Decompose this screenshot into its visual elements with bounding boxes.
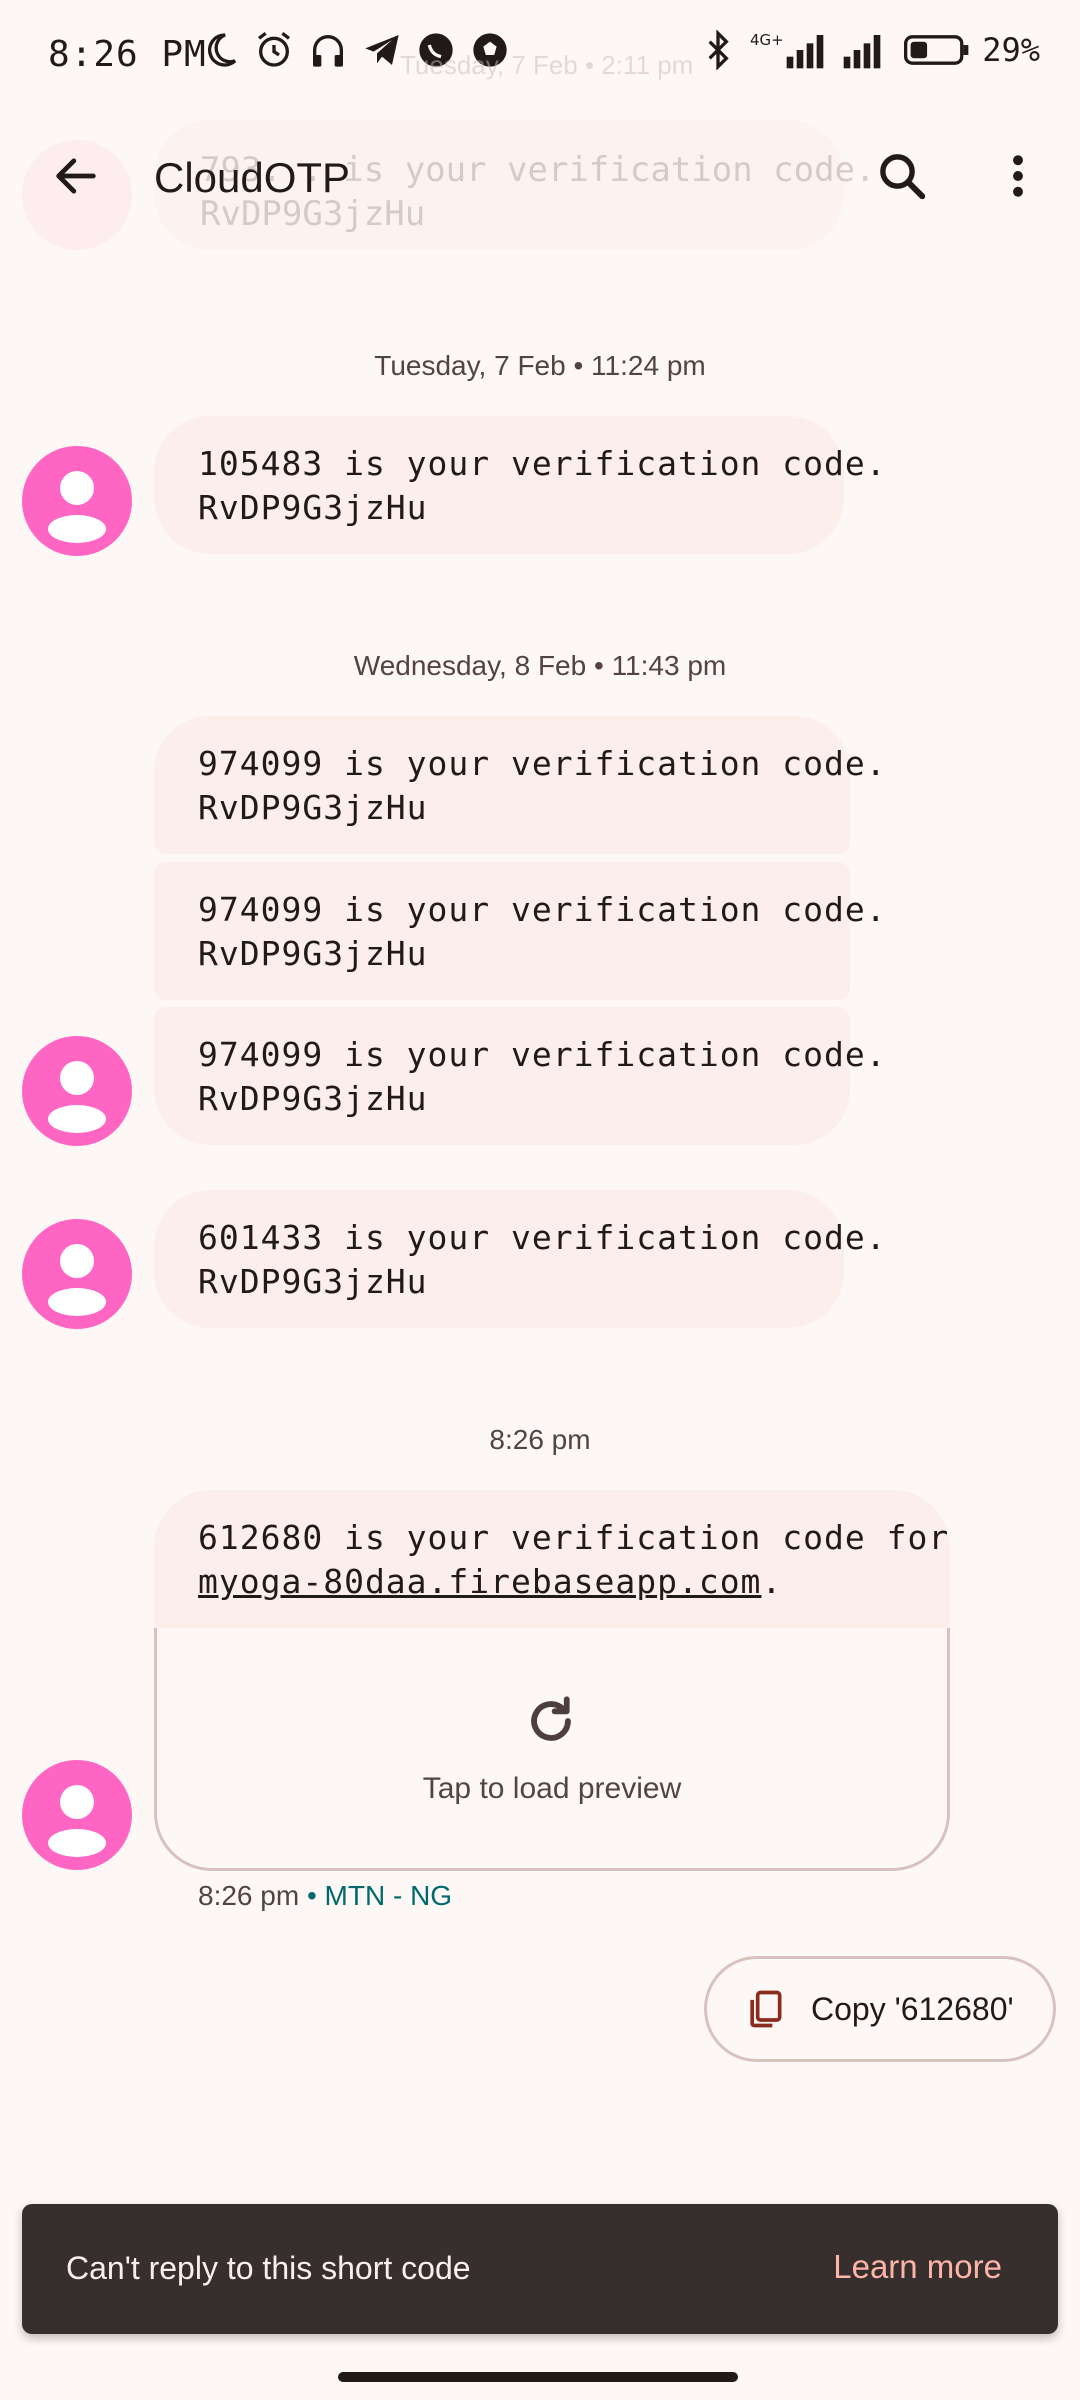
- avatar[interactable]: [22, 1036, 132, 1146]
- back-arrow-icon: [56, 158, 96, 194]
- search-button[interactable]: [866, 140, 938, 212]
- message-bubble[interactable]: 601433 is your verification code. RvDP9G…: [154, 1190, 887, 1328]
- message-text: 601433 is your verification code. RvDP9G…: [198, 1218, 887, 1301]
- ghost-date: Tuesday, 7 Feb • 2:11 pm: [400, 50, 694, 80]
- message-time: 8:26 pm: [198, 1880, 300, 1911]
- message-text-tail: .: [761, 1562, 783, 1601]
- date-separator: 8:26 pm: [489, 1424, 591, 1455]
- date-separator: Wednesday, 8 Feb • 11:43 pm: [353, 650, 727, 681]
- conversation-title: CloudOTP: [154, 154, 351, 201]
- message-text-line: 612680 is your verification code for: [198, 1518, 950, 1557]
- snackbar: Can't reply to this short code Learn mor…: [22, 2204, 1058, 2334]
- more-options-button[interactable]: [982, 140, 1054, 212]
- battery-percentage: 29%: [982, 31, 1040, 69]
- message-meta: 8:26 pm • MTN - NG: [198, 1880, 452, 1912]
- status-time: 8:26 PM: [48, 34, 207, 75]
- person-icon: [48, 1061, 106, 1133]
- preview-label: Tap to load preview: [422, 1772, 682, 1805]
- message-bubble[interactable]: 974099 is your verification code. RvDP9G…: [154, 1007, 887, 1145]
- telegram-icon: [365, 35, 399, 65]
- message-link[interactable]: myoga-80daa.firebaseapp.com: [198, 1562, 761, 1601]
- message-text: 974099 is your verification code. RvDP9G…: [198, 744, 887, 827]
- date-separator: Tuesday, 7 Feb • 11:24 pm: [374, 350, 706, 381]
- more-vert-icon: [1013, 155, 1023, 197]
- status-icons-right: 4G+ 29%: [698, 30, 1040, 70]
- home-indicator[interactable]: [338, 2372, 738, 2382]
- learn-more-button[interactable]: Learn more: [833, 2248, 1002, 2286]
- battery-icon: [904, 35, 969, 65]
- message-bubble[interactable]: 974099 is your verification code. RvDP9G…: [154, 716, 887, 854]
- message-bubble[interactable]: 974099 is your verification code. RvDP9G…: [154, 862, 887, 1000]
- message-carrier: • MTN - NG: [299, 1880, 453, 1911]
- svg-text:4G+: 4G+: [750, 31, 784, 49]
- copy-chip-label: Copy '612680': [811, 1990, 1014, 2027]
- message-text: 105483 is your verification code. RvDP9G…: [198, 444, 887, 527]
- message-text: 974099 is your verification code. RvDP9G…: [198, 890, 887, 973]
- refresh-icon: [531, 1696, 571, 1741]
- message-text: 974099 is your verification code. RvDP9G…: [198, 1035, 887, 1118]
- alarm-icon: [258, 32, 290, 67]
- snackbar-text: Can't reply to this short code: [66, 2250, 471, 2286]
- headphones-icon: [313, 35, 343, 67]
- avatar[interactable]: [22, 1219, 132, 1329]
- message-text: 612680 is your verification code for myo…: [198, 1516, 948, 1604]
- signal-icon: [843, 35, 881, 69]
- message-bubble[interactable]: 105483 is your verification code. RvDP9G…: [154, 416, 887, 554]
- person-icon: [48, 1785, 106, 1857]
- avatar[interactable]: [22, 446, 132, 556]
- copy-icon: [750, 1990, 782, 2028]
- person-icon: [48, 1244, 106, 1316]
- avatar[interactable]: [22, 1760, 132, 1870]
- copy-code-chip[interactable]: Copy '612680': [704, 1956, 1056, 2062]
- person-icon: [48, 471, 106, 543]
- message-bubble[interactable]: 612680 is your verification code for myo…: [154, 1490, 950, 1630]
- back-button[interactable]: [40, 140, 112, 212]
- search-icon: [880, 154, 926, 200]
- signal-4g-icon: 4G+: [750, 31, 824, 69]
- moon-icon: [207, 33, 237, 67]
- bluetooth-icon: [708, 30, 729, 70]
